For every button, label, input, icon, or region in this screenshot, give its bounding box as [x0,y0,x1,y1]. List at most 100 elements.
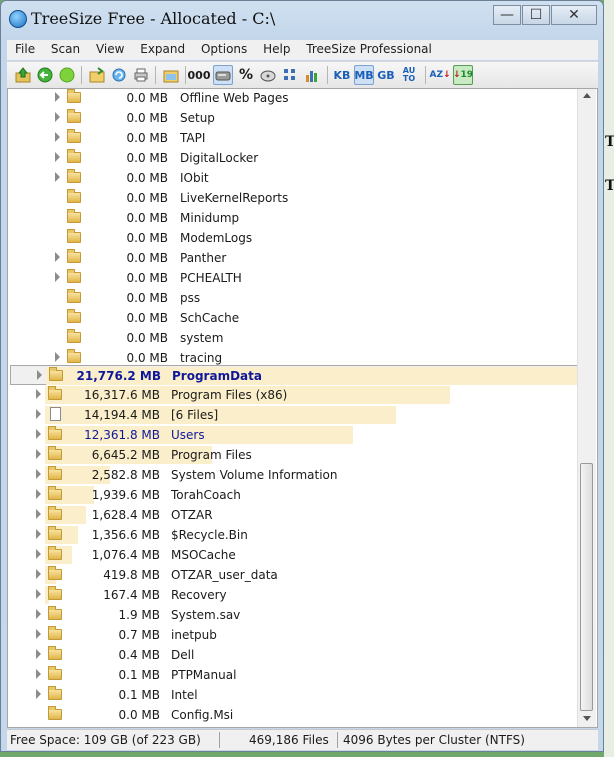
expand-arrow-icon[interactable] [36,689,41,699]
tree-row[interactable]: 0.7 MB inetpub [10,625,581,645]
details-view-icon[interactable] [280,65,300,85]
unit-auto-button[interactable]: AU TO [400,65,418,85]
chart-view-icon[interactable] [302,65,322,85]
tree-row[interactable]: 1,939.6 MB TorahCoach [10,485,581,505]
print-icon[interactable] [131,65,151,85]
minimize-button[interactable]: — [493,5,521,25]
tree-row[interactable]: 167.4 MB Recovery [10,585,581,605]
expand-arrow-icon[interactable] [36,649,41,659]
folder-icon [67,229,81,243]
tree-row[interactable]: 0.0 MB Config.Msi [10,705,581,725]
back-icon[interactable] [35,65,55,85]
expand-arrow-icon[interactable] [37,370,42,380]
expand-arrow-icon[interactable] [55,252,60,262]
tree-row[interactable]: 0.0 MB DigitalLocker [8,148,581,168]
vertical-scrollbar[interactable] [577,89,596,727]
expand-arrow-icon[interactable] [55,172,60,182]
expand-arrow-icon[interactable] [55,132,60,142]
sort-19-label: 19 [460,70,474,80]
tree-row[interactable]: 1,356.6 MB $Recycle.Bin [10,525,581,545]
menu-options[interactable]: Options [193,40,247,56]
open-folder-icon[interactable] [87,65,107,85]
folder-size: 0.4 MB [118,648,160,662]
expand-arrow-icon[interactable] [55,92,60,102]
folder-size: 12,361.8 MB [84,428,160,442]
tree-row[interactable]: 1.9 MB System.sav [10,605,581,625]
tree-row[interactable]: 6,645.2 MB Program Files [10,445,581,465]
expand-arrow-icon[interactable] [36,429,41,439]
folder-tree[interactable]: 0.0 MB Offline Web Pages 0.0 MB Setup 0.0 MB… [7,88,598,728]
tree-row[interactable]: 0.0 MB pss [8,288,581,308]
tree-row[interactable]: 2,582.8 MB System Volume Information [10,465,581,485]
expand-arrow-icon[interactable] [36,629,41,639]
title-bar[interactable]: TreeSize Free - Allocated - C:\ — ☐ ✕ [1,1,603,39]
tree-row[interactable]: 1,628.4 MB OTZAR [10,505,581,525]
menu-view[interactable]: View [88,40,124,56]
menu-file[interactable]: File [7,40,35,56]
folder-size: 0.0 MB [126,91,168,105]
expand-arrow-icon[interactable] [36,489,41,499]
expand-arrow-icon[interactable] [36,589,41,599]
tree-row-selected[interactable]: 21,776.2 MB ProgramData [10,365,586,385]
expand-arrow-icon[interactable] [55,272,60,282]
expand-arrow-icon[interactable] [55,152,60,162]
explorer-folder-icon[interactable] [161,65,181,85]
expand-arrow-icon[interactable] [36,409,41,419]
tree-row[interactable]: 0.0 MB PCHEALTH [8,268,581,288]
tree-row[interactable]: 1,076.4 MB MSOCache [10,545,581,565]
folder-size: 0.0 MB [126,131,168,145]
expand-arrow-icon[interactable] [36,669,41,679]
expand-arrow-icon[interactable] [36,509,41,519]
menu-treesize-professional[interactable]: TreeSize Professional [298,40,432,56]
folder-name: inetpub [171,628,217,642]
sort-by-size-button[interactable]: ↓ 19 [453,65,473,85]
show-size-button[interactable] [213,65,233,85]
expand-arrow-icon[interactable] [36,569,41,579]
tree-row[interactable]: 0.0 MB Setup [8,108,581,128]
expand-arrow-icon[interactable] [36,609,41,619]
tree-row[interactable]: 419.8 MB OTZAR_user_data [10,565,581,585]
expand-arrow-icon[interactable] [55,112,60,122]
scroll-up-arrow-icon[interactable] [583,93,591,98]
expand-arrow-icon[interactable] [55,352,60,362]
tree-row[interactable]: 0.0 MB ModemLogs [8,228,581,248]
tree-row[interactable]: 0.0 MB IObit [8,168,581,188]
show-percent-button[interactable]: % [236,65,256,85]
unit-kb-button[interactable]: KB [332,65,352,85]
expand-arrow-icon[interactable] [36,529,41,539]
expand-arrow-icon[interactable] [36,389,41,399]
tree-row[interactable]: 0.1 MB Intel [10,685,581,705]
sort-by-name-button[interactable]: AZ ↓ [429,65,450,85]
scrollbar-thumb[interactable] [580,463,593,711]
tree-row[interactable]: 12,361.8 MB Users [10,425,581,445]
tree-row[interactable]: 0.1 MB PTPManual [10,665,581,685]
up-folder-icon[interactable] [13,65,33,85]
tree-row[interactable]: 0.0 MB system [8,328,581,348]
tree-row[interactable]: 0.0 MB LiveKernelReports [8,188,581,208]
maximize-button[interactable]: ☐ [522,5,550,25]
menu-help[interactable]: Help [255,40,290,56]
tree-row[interactable]: 0.0 MB Panther [8,248,581,268]
tree-row[interactable]: 16,317.6 MB Program Files (x86) [10,385,581,405]
scan-status-icon[interactable] [57,65,77,85]
tree-row[interactable]: 0.0 MB SchCache [8,308,581,328]
show-file-count-button[interactable]: 000 [188,65,211,85]
refresh-icon[interactable] [109,65,129,85]
scroll-down-arrow-icon[interactable] [583,716,591,721]
expand-arrow-icon[interactable] [36,449,41,459]
tree-row[interactable]: 0.4 MB Dell [10,645,581,665]
tree-row[interactable]: 0.0 MB TAPI [8,128,581,148]
unit-gb-button[interactable]: GB [376,65,396,85]
close-button[interactable]: ✕ [551,5,597,25]
expand-arrow-icon[interactable] [36,549,41,559]
tree-row[interactable]: 14,194.4 MB [6 Files] [10,405,581,425]
folder-icon [48,546,62,560]
tree-row[interactable]: 0.0 MB Offline Web Pages [8,89,581,108]
menu-scan[interactable]: Scan [43,40,80,56]
window-title: TreeSize Free - Allocated - C:\ [31,9,276,28]
disk-icon[interactable] [258,65,278,85]
menu-expand[interactable]: Expand [132,40,185,56]
expand-arrow-icon[interactable] [36,469,41,479]
tree-row[interactable]: 0.0 MB Minidump [8,208,581,228]
unit-mb-button[interactable]: MB [354,65,374,85]
